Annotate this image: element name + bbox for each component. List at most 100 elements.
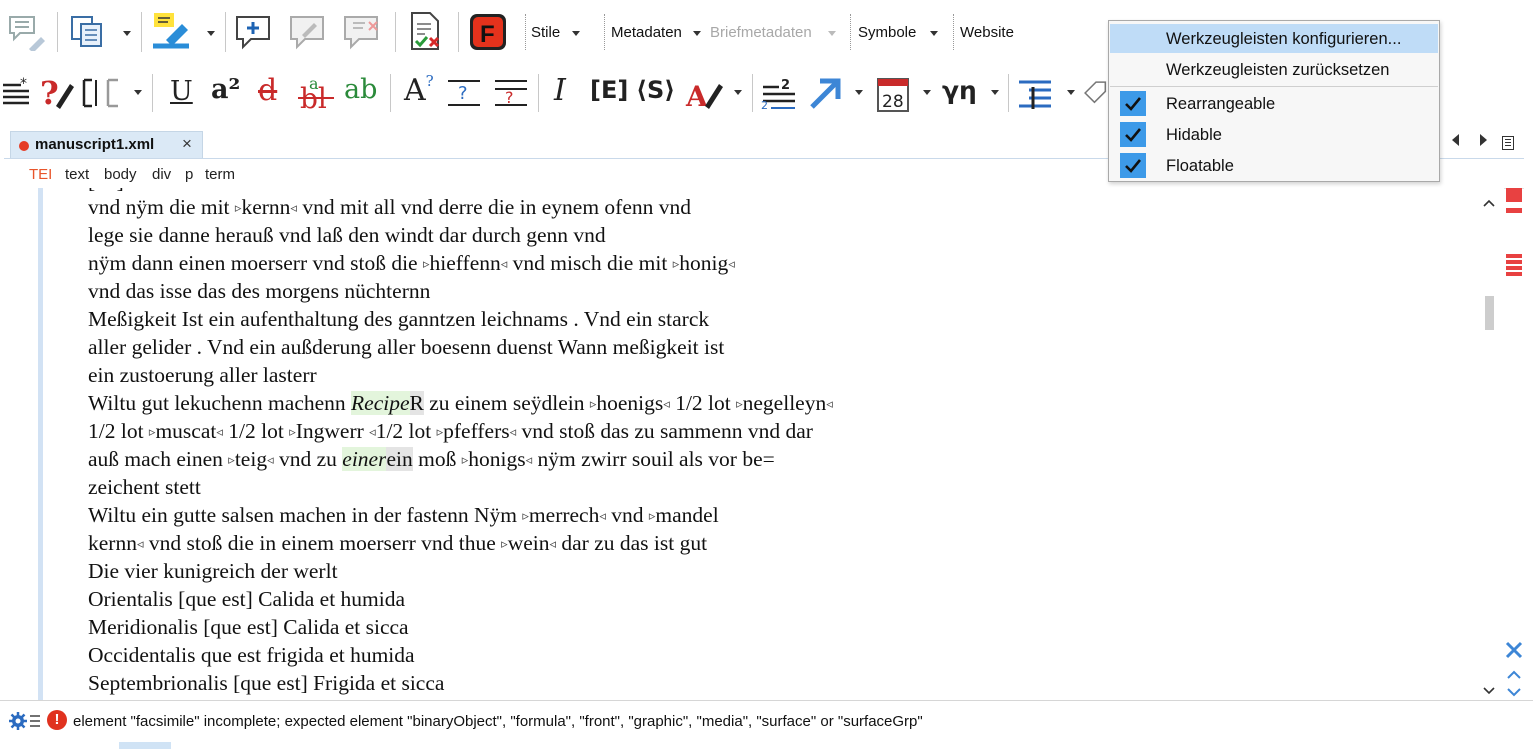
add-comment-icon[interactable] [6,12,48,52]
text-line[interactable]: Meridionalis [que est] Calida et sicca [88,615,409,640]
tab-scroll-left-icon[interactable] [1452,134,1459,146]
text-line[interactable]: vnd das isse das des morgens nüchternn [88,279,430,304]
link-dropdown-icon[interactable] [855,90,863,95]
foreign-dropdown-icon[interactable] [991,90,999,95]
results-menu-icon[interactable] [29,714,41,731]
overview-ruler[interactable] [1503,180,1525,700]
indent-list-icon[interactable] [1016,74,1056,112]
clear-markers-icon[interactable] [1504,640,1524,663]
remove-note-icon[interactable] [341,12,385,52]
stile-dropdown-icon[interactable] [572,31,580,36]
segment-icon[interactable]: ⟨S⟩ [636,78,675,102]
menu-item-hidable[interactable]: Hidable [1110,120,1438,149]
indent-dropdown-icon[interactable] [1067,90,1075,95]
breadcrumb-term[interactable]: term [205,166,235,183]
text-line[interactable]: zeichent stett [88,475,201,500]
error-marker[interactable] [1506,272,1522,276]
text-line[interactable]: Septembrionalis [que est] Frigida et sic… [88,671,444,696]
error-marker[interactable] [1506,188,1522,202]
text-line[interactable]: ein zustoerung aller lasterr [88,363,317,388]
space-icon[interactable] [80,76,126,110]
menu-website[interactable]: Website [960,24,1014,41]
text-line[interactable]: aller gelider . Vnd ein außderung aller … [88,335,724,360]
error-marker[interactable] [1506,266,1522,270]
previous-marker-icon[interactable] [1507,666,1521,682]
highlight-dropdown-icon[interactable] [207,31,215,36]
menu-item-rearrangeable[interactable]: Rearrangeable [1110,89,1438,118]
menu-metadaten[interactable]: Metadaten [611,24,682,41]
scroll-down-icon[interactable] [1483,682,1495,698]
menu-stile[interactable]: Stile [531,24,560,41]
insert-between-icon[interactable]: ? [491,74,531,110]
copy-icon[interactable] [66,12,110,52]
highlight-marker-icon[interactable] [150,10,194,52]
list-asterisk-icon[interactable]: * [0,74,32,110]
status-tab-indicator[interactable] [119,742,171,749]
text-line[interactable]: lege sie danne herauß vnd laß den windt … [88,223,606,248]
tab-scroll-right-icon[interactable] [1480,134,1487,146]
breadcrumb-body[interactable]: body [104,166,137,183]
scroll-up-icon[interactable] [1483,194,1495,210]
tag-marker[interactable]: ◃ [728,256,735,271]
breadcrumb-div[interactable]: div [152,166,171,183]
text-line[interactable]: Orientalis [que est] Calida et humida [88,587,405,612]
symbole-dropdown-icon[interactable] [930,31,938,36]
edit-note-icon[interactable] [287,12,331,52]
date-dropdown-icon[interactable] [923,90,931,95]
menu-item-floatable[interactable]: Floatable [1110,151,1438,180]
text-line-partial[interactable]: […] [88,188,124,194]
text-editor[interactable]: […] vnd nÿm die mit ▹kernn◃ vnd mit all … [4,188,1504,700]
date-calendar-icon[interactable]: 28 [873,72,913,114]
text-line[interactable]: Meßigkeit Ist ein aufenthaltung des gann… [88,307,709,332]
error-marker[interactable] [1506,260,1522,264]
unclear-icon[interactable]: ab [344,76,377,103]
validation-message[interactable]: element "facsimile" incomplete; expected… [73,713,923,730]
add-note-icon[interactable] [233,12,277,52]
tag-icon[interactable] [1082,74,1110,112]
breadcrumb-text[interactable]: text [65,166,89,183]
menu-item-reset-toolbars[interactable]: Werkzeugleisten zurücksetzen [1110,55,1438,84]
abbreviation-icon[interactable]: A? [404,74,434,106]
breadcrumb-p[interactable]: p [185,166,193,183]
copy-dropdown-icon[interactable] [123,31,131,36]
text-line[interactable]: Die vier kunigreich der werlt [88,559,338,584]
text-line[interactable]: auß mach einen ▹teig◃ vnd zu einerein mo… [88,447,775,472]
error-marker[interactable] [1506,208,1522,213]
metadaten-dropdown-icon[interactable] [693,31,701,36]
hand-shift-icon[interactable]: A [684,74,726,112]
breadcrumb-tei[interactable]: TEI [29,166,52,183]
text-line[interactable]: 1/2 lot ▹muscat◃ 1/2 lot ▹Ingwerr ◃1/2 l… [88,419,813,444]
tab-list-icon[interactable] [1502,136,1514,150]
editor-tab[interactable]: manuscript1.xml × [10,131,203,158]
numbered-list-icon[interactable]: 22 [758,74,798,112]
error-marker[interactable] [1506,254,1522,258]
settings-gear-icon[interactable] [8,711,28,734]
space-dropdown-icon[interactable] [134,90,142,95]
link-arrow-icon[interactable] [804,74,844,112]
text-line[interactable]: Occidentalis que est frigida et humida [88,643,415,668]
text-line[interactable]: vnd nÿm die mit ▹kernn◃ vnd mit all vnd … [88,195,691,220]
insert-above-icon[interactable]: ? [444,74,484,110]
close-tab-icon[interactable]: × [182,134,192,154]
validate-document-icon[interactable] [404,10,448,52]
vertical-scrollbar[interactable] [1478,188,1500,700]
next-marker-icon[interactable] [1507,684,1521,700]
menu-symbole[interactable]: Symbole [858,24,916,41]
correction-icon[interactable]: ? [38,72,78,112]
text-line[interactable]: Wiltu gut lekuchenn machenn RecipeR zu e… [88,391,833,416]
underline-icon[interactable]: U [170,78,193,105]
superscript-icon[interactable]: a² [211,76,240,103]
italic-icon[interactable]: I [554,76,566,106]
text-line[interactable]: nÿm dann einen moerserr vnd stoß die ▹hi… [88,251,735,276]
deletion-icon[interactable]: d [258,76,277,106]
tag-marker[interactable]: ◃ [826,396,833,411]
text-line[interactable]: kernn◃ vnd stoß die in einem moerserr vn… [88,531,707,556]
text-line[interactable]: Wiltu ein gutte salsen machen in der fas… [88,503,719,528]
hand-shift-dropdown-icon[interactable] [734,90,742,95]
framework-f-icon[interactable]: F [467,11,509,53]
expansion-icon[interactable]: [E] [590,78,628,102]
substitution-icon[interactable]: bl a [296,72,336,114]
foreign-language-icon[interactable]: γη [942,78,977,103]
scroll-thumb[interactable] [1485,296,1494,330]
menu-item-configure-toolbars[interactable]: Werkzeugleisten konfigurieren... [1110,24,1438,53]
